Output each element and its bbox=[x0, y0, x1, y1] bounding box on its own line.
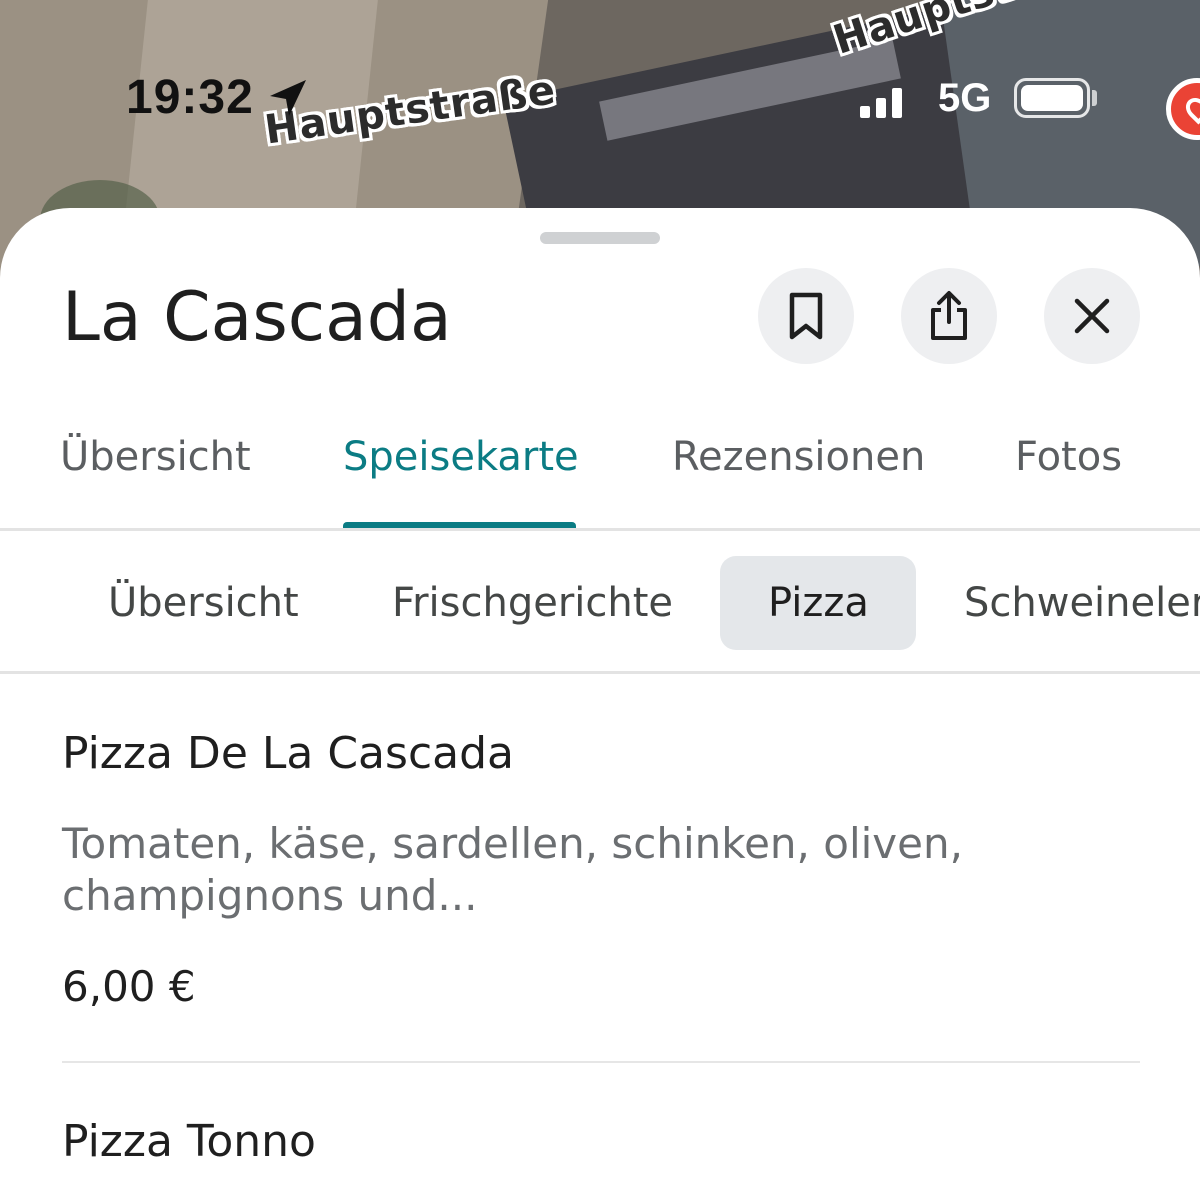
divider bbox=[0, 528, 1200, 531]
sheet-grabber[interactable] bbox=[540, 232, 660, 244]
battery-icon bbox=[1014, 78, 1090, 118]
tab-reviews[interactable]: Rezensionen bbox=[672, 434, 925, 480]
menu-item-name[interactable]: Pizza De La Cascada bbox=[62, 728, 514, 779]
menu-category-overview[interactable]: Übersicht bbox=[108, 556, 299, 650]
location-arrow-icon bbox=[270, 80, 306, 116]
share-icon bbox=[931, 291, 967, 340]
place-title: La Cascada bbox=[62, 278, 452, 357]
bookmark-icon bbox=[789, 292, 823, 340]
close-button[interactable] bbox=[1044, 268, 1140, 364]
save-button[interactable] bbox=[758, 268, 854, 364]
tab-menu[interactable]: Speisekarte bbox=[343, 434, 579, 480]
menu-category-pork[interactable]: Schweineler bbox=[964, 556, 1200, 650]
divider bbox=[62, 1061, 1140, 1063]
divider bbox=[0, 671, 1200, 674]
menu-category-fresh-dishes[interactable]: Frischgerichte bbox=[392, 556, 673, 650]
menu-item-name[interactable]: Pizza Tonno bbox=[62, 1116, 316, 1167]
share-button[interactable] bbox=[901, 268, 997, 364]
menu-item-description: Tomaten, käse, sardellen, schinken, oliv… bbox=[62, 819, 963, 920]
menu-item-price: 6,00 € bbox=[62, 962, 196, 1011]
place-sheet: La Cascada Übersicht Speisekarte Rezensi… bbox=[0, 208, 1200, 1200]
status-time: 19:32 bbox=[126, 71, 254, 124]
tab-overview[interactable]: Übersicht bbox=[60, 434, 251, 480]
battery-cap bbox=[1092, 90, 1097, 106]
menu-category-pizza[interactable]: Pizza bbox=[720, 556, 916, 650]
close-icon bbox=[1074, 298, 1110, 334]
place-tabs: Übersicht Speisekarte Rezensionen Fotos bbox=[0, 426, 1200, 530]
signal-icon bbox=[860, 86, 906, 118]
network-label: 5G bbox=[938, 76, 992, 120]
tab-photos[interactable]: Fotos bbox=[1015, 434, 1122, 480]
